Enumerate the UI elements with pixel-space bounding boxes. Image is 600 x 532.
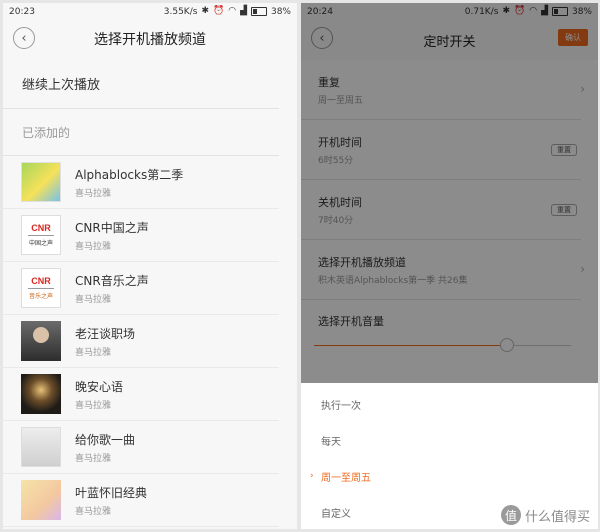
wifi-icon: ◠ bbox=[228, 6, 237, 16]
channel-source: 喜马拉雅 bbox=[75, 400, 112, 411]
network-speed: 3.55K/s bbox=[163, 6, 198, 17]
chevron-left-icon: ‹ bbox=[21, 30, 27, 46]
setting-title: 重复 bbox=[318, 75, 340, 89]
bluetooth-icon: ✱ bbox=[502, 6, 510, 16]
status-icons: 0.71K/s ✱ ⏰ ◠ ▟ 38% bbox=[465, 7, 592, 17]
channel-source: 喜马拉雅 bbox=[75, 453, 112, 464]
volume-slider-fill bbox=[314, 345, 507, 346]
confirm-button[interactable]: 确认 bbox=[558, 29, 588, 46]
continue-last-play[interactable]: 继续上次播放 bbox=[3, 58, 279, 109]
status-bar: 20:24 0.71K/s ✱ ⏰ ◠ ▟ 38% bbox=[301, 3, 598, 20]
alarm-icon: ⏰ bbox=[513, 6, 526, 16]
channel-title: 叶蓝怀旧经典 bbox=[75, 485, 148, 500]
battery-icon bbox=[551, 7, 568, 16]
channel-thumbnail: CNR 音乐之声 bbox=[21, 268, 61, 308]
power-off-time-setting[interactable]: 关机时间 7时40分 重置 bbox=[301, 180, 581, 240]
battery-icon bbox=[250, 7, 267, 16]
channel-thumbnail bbox=[21, 321, 61, 361]
status-time: 20:23 bbox=[9, 6, 35, 17]
network-speed: 0.71K/s bbox=[464, 6, 499, 17]
signal-icon: ▟ bbox=[541, 6, 548, 16]
volume-slider-knob[interactable] bbox=[499, 338, 514, 352]
wifi-icon: ◠ bbox=[529, 6, 538, 16]
repeat-option-selected[interactable]: › 周一至周五 bbox=[301, 458, 598, 494]
setting-value: 7时40分 bbox=[318, 215, 354, 226]
back-button[interactable]: ‹ bbox=[13, 27, 35, 49]
cnr-logo-caption: 音乐之声 bbox=[28, 294, 53, 300]
section-header-added: 已添加的 bbox=[3, 109, 279, 156]
chevron-left-icon: ‹ bbox=[319, 30, 325, 46]
channel-thumbnail bbox=[21, 480, 61, 520]
setting-value: 积木英语Alphablocks第一季 共26集 bbox=[318, 275, 468, 286]
chevron-right-icon: › bbox=[580, 82, 585, 96]
channel-thumbnail bbox=[21, 162, 61, 202]
cnr-logo-caption: 中国之声 bbox=[28, 241, 53, 247]
channel-row[interactable]: 晚安心语 喜马拉雅 bbox=[3, 368, 279, 421]
channel-title: Alphablocks第二季 bbox=[75, 167, 184, 182]
back-button[interactable]: ‹ bbox=[311, 27, 333, 49]
volume-slider[interactable] bbox=[314, 338, 571, 352]
watermark-text: 什么值得买 bbox=[524, 509, 590, 525]
channel-title: 晚安心语 bbox=[75, 379, 124, 394]
channel-row[interactable]: CNR 中国之声 CNR中国之声 喜马拉雅 bbox=[3, 209, 279, 262]
left-screen: 20:23 3.55K/s ✱ ⏰ ◠ ▟ 38% ‹ 选择开机播放频道 继续上… bbox=[3, 3, 297, 529]
channel-thumbnail bbox=[21, 427, 61, 467]
status-time: 20:24 bbox=[307, 6, 333, 17]
page-title: 定时开关 bbox=[423, 34, 476, 50]
page-title: 选择开机播放频道 bbox=[94, 32, 206, 48]
channel-row[interactable]: Alphablocks第二季 喜马拉雅 bbox=[3, 156, 279, 209]
channel-thumbnail bbox=[21, 374, 61, 414]
option-label: 执行一次 bbox=[321, 400, 361, 412]
repeat-option[interactable]: 执行一次 bbox=[301, 386, 598, 422]
option-label: 自定义 bbox=[321, 508, 351, 520]
channel-title: CNR中国之声 bbox=[75, 220, 149, 235]
channel-row[interactable]: 给你歌一曲 喜马拉雅 bbox=[3, 421, 279, 474]
nav-bar: ‹ 选择开机播放频道 bbox=[3, 20, 297, 58]
setting-title: 开机时间 bbox=[318, 135, 362, 149]
setting-title: 关机时间 bbox=[318, 195, 362, 209]
setting-title: 选择开机音量 bbox=[318, 315, 384, 328]
repeat-option[interactable]: 每天 bbox=[301, 422, 598, 458]
selected-chevron-icon: › bbox=[310, 471, 314, 481]
reset-button[interactable]: 重置 bbox=[551, 144, 577, 156]
bluetooth-icon: ✱ bbox=[201, 6, 209, 16]
channel-row[interactable]: 老汪谈职场 喜马拉雅 bbox=[3, 315, 279, 368]
power-on-time-setting[interactable]: 开机时间 6时55分 重置 bbox=[301, 120, 581, 180]
status-icons: 3.55K/s ✱ ⏰ ◠ ▟ 38% bbox=[164, 7, 291, 17]
channel-thumbnail: CNR 中国之声 bbox=[21, 215, 61, 255]
chevron-right-icon: › bbox=[580, 262, 585, 276]
cnr-logo: CNR bbox=[31, 223, 51, 233]
alarm-icon: ⏰ bbox=[212, 6, 225, 16]
channel-title: CNR音乐之声 bbox=[75, 273, 149, 288]
option-label: 周一至周五 bbox=[321, 472, 371, 484]
right-screen: 20:24 0.71K/s ✱ ⏰ ◠ ▟ 38% ‹ 定时开关 确认 重复 周… bbox=[301, 3, 598, 529]
channel-title: 老汪谈职场 bbox=[75, 326, 136, 341]
status-bar: 20:23 3.55K/s ✱ ⏰ ◠ ▟ 38% bbox=[3, 3, 297, 20]
channel-source: 喜马拉雅 bbox=[75, 294, 112, 305]
battery-percent: 38% bbox=[571, 6, 592, 17]
startup-volume-setting: 选择开机音量 bbox=[301, 300, 581, 360]
setting-value: 6时55分 bbox=[318, 155, 354, 166]
setting-value: 周一至周五 bbox=[318, 95, 364, 106]
channel-source: 喜马拉雅 bbox=[75, 188, 112, 199]
channel-source: 喜马拉雅 bbox=[75, 506, 112, 517]
setting-title: 选择开机播放频道 bbox=[318, 255, 406, 269]
cnr-logo: CNR bbox=[31, 276, 51, 286]
channel-source: 喜马拉雅 bbox=[75, 241, 112, 252]
watermark-badge-icon: 值 bbox=[500, 505, 521, 525]
nav-bar: ‹ 定时开关 确认 bbox=[301, 20, 598, 60]
watermark: 值 什么值得买 bbox=[500, 505, 590, 525]
channel-row[interactable]: 叶蓝怀旧经典 喜马拉雅 bbox=[3, 474, 279, 527]
repeat-setting[interactable]: 重复 周一至周五 › bbox=[301, 60, 585, 120]
channel-row[interactable]: CNR 音乐之声 CNR音乐之声 喜马拉雅 bbox=[3, 262, 279, 315]
channel-source: 喜马拉雅 bbox=[75, 347, 112, 358]
startup-channel-setting[interactable]: 选择开机播放频道 积木英语Alphablocks第一季 共26集 › bbox=[301, 240, 585, 300]
screenshot-frame: 20:23 3.55K/s ✱ ⏰ ◠ ▟ 38% ‹ 选择开机播放频道 继续上… bbox=[0, 0, 600, 532]
option-label: 每天 bbox=[321, 436, 341, 448]
channel-title: 给你歌一曲 bbox=[75, 432, 136, 447]
battery-percent: 38% bbox=[270, 6, 291, 17]
reset-button[interactable]: 重置 bbox=[551, 204, 577, 216]
signal-icon: ▟ bbox=[240, 6, 247, 16]
